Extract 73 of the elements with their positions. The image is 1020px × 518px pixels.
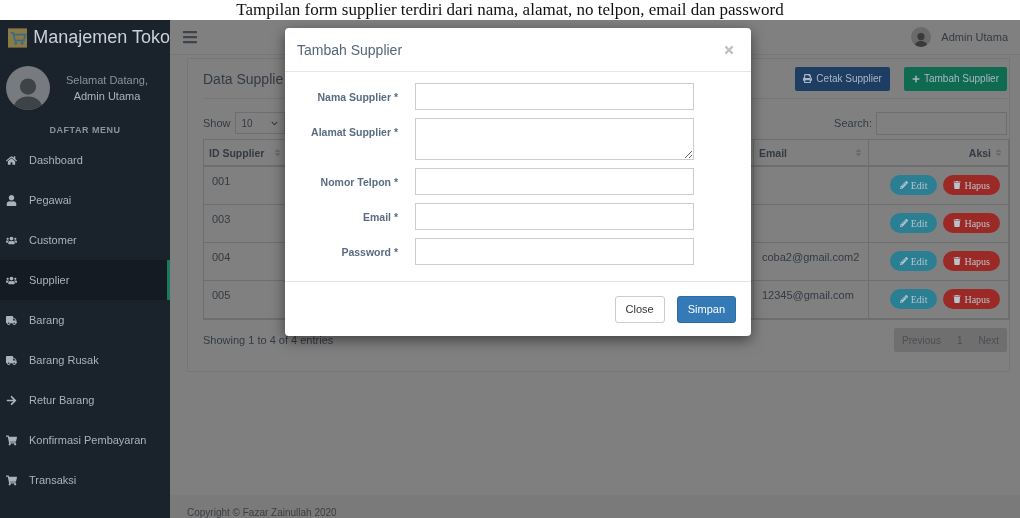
- delete-button[interactable]: Hapus: [943, 251, 1000, 271]
- entries-select[interactable]: 10: [234, 112, 285, 134]
- sidebar-item[interactable]: Barang: [0, 300, 170, 340]
- edit-button[interactable]: Edit: [889, 213, 938, 233]
- users-icon: [6, 234, 17, 246]
- modal-title: Tambah Supplier: [297, 41, 403, 58]
- pencil-icon: [899, 257, 908, 265]
- input-field[interactable]: [415, 168, 694, 195]
- field-label: Email *: [361, 210, 398, 225]
- header-user-name[interactable]: Admin Utama: [941, 31, 1008, 43]
- menu-title: DAFTAR MENU: [48, 124, 122, 137]
- column-header[interactable]: Aksi: [869, 140, 1009, 167]
- field-label: Password *: [340, 245, 398, 260]
- trash-icon: [953, 295, 962, 303]
- document-caption: Tampilan form supplier terdiri dari nama, alamat, no telpon, email dan password: [235, 0, 785, 20]
- edit-button[interactable]: Edit: [889, 289, 938, 309]
- table-cell: 12345@gmail.com: [754, 281, 869, 319]
- cart-icon: [6, 474, 17, 486]
- printer-icon: [803, 74, 813, 83]
- pencil-icon: [899, 181, 908, 189]
- trash-icon: [953, 181, 962, 189]
- user-icon: [6, 194, 17, 206]
- input-field[interactable]: [415, 238, 694, 265]
- panel-title: Data Supplie: [203, 70, 284, 87]
- menu-icon[interactable]: [182, 29, 198, 45]
- users-icon: [6, 274, 17, 286]
- entries-info: Showing 1 to 4 of 4 entries: [203, 334, 334, 346]
- search-label: Search:: [834, 117, 872, 129]
- delete-button[interactable]: Hapus: [943, 289, 1000, 309]
- print-button[interactable]: Cetak Supplier: [795, 66, 890, 91]
- edit-button[interactable]: Edit: [889, 251, 938, 271]
- greeting-text: Selamat Datang,: [66, 73, 148, 86]
- sort-icon: [273, 148, 282, 157]
- caret-icon: [270, 119, 278, 127]
- header-avatar[interactable]: [911, 27, 932, 47]
- footer-text: Copyright © Fazar Zainullah 2020: [187, 507, 337, 518]
- sidebar-item[interactable]: Supplier: [0, 260, 170, 300]
- field-label: Nama Supplier *: [316, 90, 398, 105]
- trash-icon: [953, 257, 962, 265]
- arrow-icon: [6, 394, 17, 406]
- field-label: Alamat Supplier *: [310, 125, 398, 140]
- brand-title: Manajemen Toko: [33, 27, 170, 48]
- delete-button[interactable]: Hapus: [943, 213, 1000, 233]
- input-field[interactable]: [415, 83, 694, 110]
- truck-icon: [6, 314, 17, 326]
- cart-logo-icon: [8, 26, 28, 49]
- user-name: Admin Utama: [73, 89, 141, 102]
- sidebar-item[interactable]: Retur Barang: [0, 380, 170, 420]
- edit-button[interactable]: Edit: [889, 175, 938, 195]
- delete-button[interactable]: Hapus: [943, 175, 1000, 195]
- close-icon[interactable]: [723, 43, 735, 56]
- sidebar-item[interactable]: Transaksi: [0, 460, 170, 500]
- trash-icon: [953, 219, 962, 227]
- pencil-icon: [899, 295, 908, 303]
- save-button[interactable]: Simpan: [676, 295, 736, 323]
- add-button[interactable]: Tambah Supplier: [903, 66, 1007, 91]
- truck-icon: [6, 354, 17, 366]
- cart-icon: [6, 434, 17, 446]
- column-header[interactable]: Email: [754, 140, 869, 167]
- sidebar-item[interactable]: Dashboard: [0, 140, 170, 180]
- close-button[interactable]: Close: [614, 295, 665, 323]
- field-label: Nomor Telpon *: [319, 175, 398, 190]
- pencil-icon: [899, 219, 908, 227]
- input-field[interactable]: [415, 203, 694, 230]
- sidebar-item[interactable]: Barang Rusak: [0, 340, 170, 380]
- sidebar-item[interactable]: Konfirmasi Pembayaran: [0, 420, 170, 460]
- plus-icon: [911, 74, 920, 83]
- sidebar-item[interactable]: Customer: [0, 220, 170, 260]
- textarea-field[interactable]: [415, 118, 694, 160]
- table-cell: coba2@gmail.com2: [754, 243, 869, 281]
- home-icon: [6, 154, 17, 166]
- show-label: Show: [203, 117, 231, 129]
- sidebar-item[interactable]: Pegawai: [0, 180, 170, 220]
